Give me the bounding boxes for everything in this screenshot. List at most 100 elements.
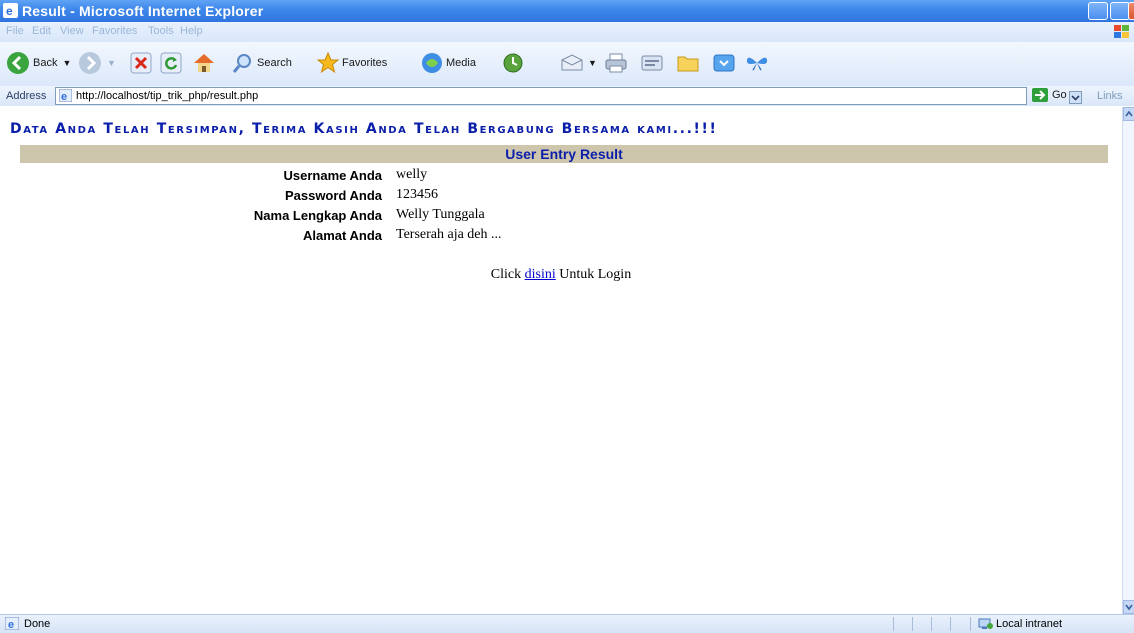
go-label: Go [1052, 89, 1067, 101]
history-icon [503, 53, 523, 73]
table-row: Username Anda welly [0, 166, 1122, 186]
url-text: http://localhost/tip_trik_php/result.php [76, 90, 259, 102]
table-title: User Entry Result [505, 146, 623, 162]
back-arrow-icon [7, 52, 29, 74]
edit-button[interactable] [640, 50, 664, 76]
scroll-down-button[interactable] [1123, 600, 1134, 614]
field-value: welly [396, 167, 428, 182]
refresh-icon [160, 52, 182, 74]
mail-button[interactable]: ▼ [560, 50, 597, 76]
history-button[interactable] [502, 50, 524, 76]
field-label: Username Anda [283, 168, 383, 183]
chevron-down-icon [1125, 604, 1133, 611]
back-button[interactable]: Back ▼ [6, 50, 71, 76]
minimize-button[interactable] [1088, 2, 1108, 20]
field-value: Terserah aja deh ... [396, 227, 502, 242]
butterfly-icon [746, 57, 768, 71]
security-zone: Local intranet [996, 618, 1063, 630]
table-row: Nama Lengkap Anda Welly Tunggala [0, 206, 1122, 226]
field-label: Nama Lengkap Anda [253, 208, 382, 223]
svg-text:e: e [61, 91, 67, 102]
window-title: Result - Microsoft Internet Explorer [22, 3, 264, 19]
field-label: Password Anda [284, 188, 382, 203]
search-button[interactable]: Search [232, 50, 292, 76]
table-title-bar: User Entry Result [20, 145, 1108, 163]
star-icon [316, 51, 340, 74]
edit-page-icon [641, 55, 663, 71]
home-button[interactable] [192, 50, 216, 76]
field-value: Welly Tunggala [396, 207, 485, 222]
login-prefix: Click [490, 267, 522, 282]
status-text: Done [24, 618, 51, 630]
page-done-icon: e [5, 617, 19, 630]
printer-icon [605, 53, 627, 73]
table-row: Password Anda 123456 [0, 186, 1122, 206]
stop-icon [130, 52, 152, 74]
address-dropdown[interactable] [1069, 91, 1082, 104]
status-divider [950, 617, 951, 631]
login-link[interactable]: disini [525, 267, 556, 282]
print-button[interactable] [604, 50, 628, 76]
windows-logo-icon [1114, 25, 1129, 38]
menu-help[interactable]: Help [180, 25, 203, 37]
field-value: 123456 [396, 187, 438, 202]
page-content: Data Anda Telah Tersimpan, Terima Kasih … [0, 107, 1122, 614]
menu-bar: File Edit View Favorites Tools Help [0, 22, 1134, 42]
research-button[interactable] [744, 50, 770, 76]
title-bar: e Result - Microsoft Internet Explorer [0, 0, 1134, 22]
links-button[interactable]: Links [1097, 90, 1123, 102]
menu-edit[interactable]: Edit [32, 25, 51, 37]
toolbar: Back ▼ ▼ Search Favorites Media ▼ [0, 42, 1134, 87]
search-label: Search [257, 57, 292, 69]
folder-icon [677, 56, 699, 72]
favorites-button[interactable]: Favorites [316, 50, 387, 76]
media-button[interactable]: Media [420, 50, 476, 76]
status-bar: e Done Local intranet [0, 614, 1134, 633]
home-icon [194, 54, 214, 72]
refresh-button[interactable] [160, 50, 182, 76]
menu-tools[interactable]: Tools [148, 25, 174, 37]
forward-arrow-icon [79, 52, 101, 74]
go-button[interactable]: Go [1032, 88, 1067, 102]
forward-button[interactable]: ▼ [78, 50, 116, 76]
chevron-down-icon [1071, 95, 1080, 101]
maximize-button[interactable] [1110, 2, 1130, 20]
close-button[interactable] [1128, 2, 1134, 20]
svg-text:e: e [8, 619, 14, 630]
table-row: Alamat Anda Terserah aja deh ... [0, 226, 1122, 246]
intranet-icon [978, 618, 993, 629]
login-line: Click disini Untuk Login [0, 267, 1122, 283]
chevron-down-icon[interactable]: ▼ [588, 58, 597, 68]
page-heading: Data Anda Telah Tersimpan, Terima Kasih … [10, 121, 718, 137]
menu-favorites[interactable]: Favorites [92, 25, 137, 37]
favorites-label: Favorites [342, 57, 388, 69]
chevron-down-icon[interactable]: ▼ [62, 58, 71, 68]
discuss-button[interactable] [676, 50, 700, 76]
stop-button[interactable] [130, 50, 152, 76]
messenger-icon [713, 54, 735, 72]
vertical-scrollbar[interactable] [1122, 107, 1134, 614]
page-icon: e [59, 89, 72, 102]
status-divider [893, 617, 894, 631]
media-icon [422, 53, 442, 73]
search-icon [232, 54, 251, 73]
address-bar: Address e http://localhost/tip_trik_php/… [0, 86, 1134, 106]
chevron-up-icon [1125, 110, 1133, 117]
status-divider [970, 617, 971, 631]
address-label: Address [6, 90, 47, 102]
login-suffix: Untuk Login [559, 267, 632, 282]
mail-icon [561, 54, 583, 71]
address-field[interactable]: e http://localhost/tip_trik_php/result.p… [55, 87, 1082, 105]
ie-icon: e [3, 3, 18, 18]
chevron-down-icon[interactable]: ▼ [107, 58, 116, 68]
status-divider [912, 617, 913, 631]
scroll-up-button[interactable] [1123, 107, 1134, 121]
status-divider [931, 617, 932, 631]
field-label: Alamat Anda [303, 228, 382, 243]
menu-file[interactable]: File [6, 25, 24, 37]
go-arrow-icon [1032, 88, 1048, 102]
menu-view[interactable]: View [60, 25, 84, 37]
svg-text:e: e [6, 4, 13, 18]
back-label: Back [33, 57, 58, 69]
messenger-button[interactable] [712, 50, 736, 76]
